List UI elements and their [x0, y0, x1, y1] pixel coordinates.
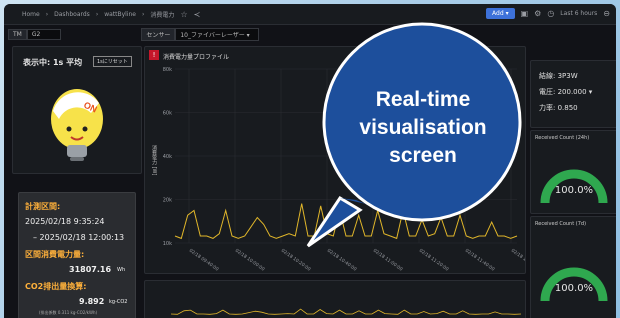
callout-line-2: visualisation [359, 116, 487, 139]
callout-line-1: Real-time [375, 88, 471, 111]
callout-text: Real-time visualisation screen [318, 86, 528, 170]
callout-line-3: screen [389, 144, 457, 167]
